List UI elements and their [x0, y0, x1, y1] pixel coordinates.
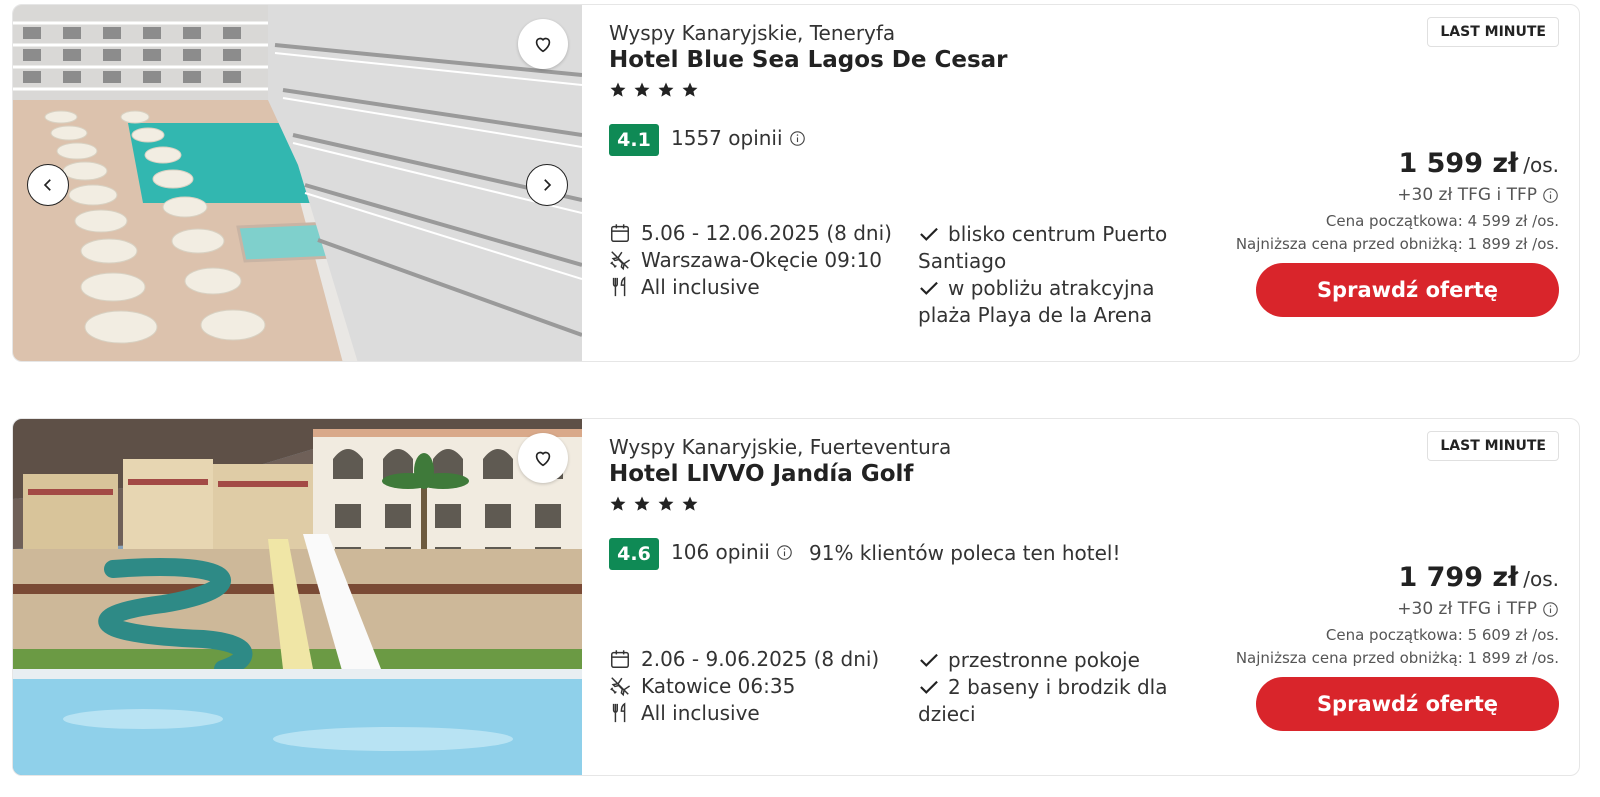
info-circle-icon[interactable]	[776, 544, 793, 561]
board-type: All inclusive	[641, 701, 760, 725]
board-row: All inclusive	[609, 275, 760, 299]
price-amount: 1 599 zł	[1398, 148, 1519, 179]
lowest-price: Najniższa cena przed obniżką: 1 899 zł /…	[1235, 649, 1559, 667]
checkmark-icon	[920, 227, 938, 241]
departure-airport: Warszawa-Okęcie 09:10	[641, 248, 883, 272]
favorite-button[interactable]	[518, 19, 568, 69]
travel-dates: 2.06 - 9.06.2025 (8 dni)	[641, 647, 880, 671]
departure-airport: Katowice 06:35	[641, 674, 796, 698]
dates-row: 5.06 - 12.06.2025 (8 dni)	[609, 221, 892, 245]
cutlery-icon	[612, 702, 626, 723]
board-row: All inclusive	[609, 701, 760, 725]
fees-row: +30 zł TFG i TFP	[1397, 185, 1559, 205]
start-price: Cena początkowa: 5 609 zł /os.	[1325, 626, 1559, 644]
info-circle-icon[interactable]	[1542, 187, 1559, 204]
check-offer-button[interactable]: Sprawdź ofertę	[1256, 263, 1559, 317]
info-circle-icon[interactable]	[789, 130, 806, 147]
checkmark-icon	[920, 680, 938, 694]
hotel-photo[interactable]	[13, 419, 582, 775]
star-icon	[658, 496, 674, 511]
favorite-button[interactable]	[518, 433, 568, 483]
checkmark-icon	[920, 281, 938, 295]
airplane-icon	[610, 251, 631, 271]
feature-item: 2 baseny i brodzik dla dzieci	[918, 674, 1208, 728]
price-amount: 1 799 zł	[1398, 562, 1519, 593]
price-unit: /os.	[1523, 153, 1559, 177]
hotel-photo[interactable]	[13, 5, 582, 361]
photo-next-button[interactable]	[526, 164, 568, 206]
star-icon	[682, 496, 698, 511]
airplane-icon	[610, 677, 631, 697]
last-minute-badge: LAST MINUTE	[1427, 431, 1559, 461]
hotel-name[interactable]: Hotel Blue Sea Lagos De Cesar	[609, 47, 1008, 73]
calendar-icon	[611, 224, 629, 242]
start-price: Cena początkowa: 4 599 zł /os.	[1325, 212, 1559, 230]
hotel-stars	[609, 495, 699, 513]
feature-item: przestronne pokoje	[918, 647, 1208, 674]
chevron-left-icon	[43, 179, 51, 191]
calendar-icon	[611, 650, 629, 668]
star-icon	[634, 496, 650, 511]
rating-badge: 4.1	[609, 124, 659, 156]
feature-item: w pobliżu atrakcyjna plaża Playa de la A…	[918, 275, 1208, 329]
feature-item: blisko centrum Puerto Santiago	[918, 221, 1208, 275]
hotel-stars	[609, 81, 699, 99]
star-icon	[610, 496, 626, 511]
board-type: All inclusive	[641, 275, 760, 299]
star-icon	[682, 82, 698, 97]
offer-card[interactable]: Wyspy Kanaryjskie, Teneryfa Hotel Blue S…	[12, 4, 1580, 362]
dates-row: 2.06 - 9.06.2025 (8 dni)	[609, 647, 879, 671]
price: 1 799 zł /os.	[1398, 562, 1559, 593]
fees-text: +30 zł TFG i TFP	[1397, 599, 1537, 619]
departure-row: Katowice 06:35	[609, 674, 795, 698]
hotel-name[interactable]: Hotel LIVVO Jandía Golf	[609, 461, 913, 487]
star-icon	[610, 82, 626, 97]
heart-outline-icon	[535, 37, 551, 53]
travel-dates: 5.06 - 12.06.2025 (8 dni)	[641, 221, 892, 245]
reviews-count: 106 opinii	[671, 540, 770, 564]
chevron-right-icon	[544, 179, 552, 191]
star-icon	[634, 82, 650, 97]
reviews-link[interactable]: 1557 opinii	[671, 126, 806, 150]
feature-text: 2 baseny i brodzik dla dzieci	[918, 675, 1168, 726]
info-circle-icon[interactable]	[1542, 601, 1559, 618]
cutlery-icon	[612, 276, 626, 297]
departure-row: Warszawa-Okęcie 09:10	[609, 248, 882, 272]
feature-text: w pobliżu atrakcyjna plaża Playa de la A…	[918, 276, 1155, 327]
reviews-link[interactable]: 106 opinii	[671, 540, 793, 564]
recommendation-text: 91% klientów poleca ten hotel!	[809, 541, 1121, 565]
feature-text: przestronne pokoje	[948, 648, 1140, 672]
photo-prev-button[interactable]	[27, 164, 69, 206]
fees-row: +30 zł TFG i TFP	[1397, 599, 1559, 619]
hotel-location: Wyspy Kanaryjskie, Fuerteventura	[609, 435, 952, 459]
star-icon	[658, 82, 674, 97]
offer-card[interactable]: Wyspy Kanaryjskie, Fuerteventura Hotel L…	[12, 418, 1580, 776]
price-unit: /os.	[1523, 567, 1559, 591]
lowest-price: Najniższa cena przed obniżką: 1 899 zł /…	[1235, 235, 1559, 253]
feature-text: blisko centrum Puerto Santiago	[918, 222, 1168, 273]
hotel-location: Wyspy Kanaryjskie, Teneryfa	[609, 21, 896, 45]
reviews-count: 1557 opinii	[671, 126, 783, 150]
heart-outline-icon	[535, 451, 551, 467]
check-offer-button[interactable]: Sprawdź ofertę	[1256, 677, 1559, 731]
last-minute-badge: LAST MINUTE	[1427, 17, 1559, 47]
price: 1 599 zł /os.	[1398, 148, 1559, 179]
checkmark-icon	[920, 653, 938, 667]
rating-badge: 4.6	[609, 538, 659, 570]
fees-text: +30 zł TFG i TFP	[1397, 185, 1537, 205]
